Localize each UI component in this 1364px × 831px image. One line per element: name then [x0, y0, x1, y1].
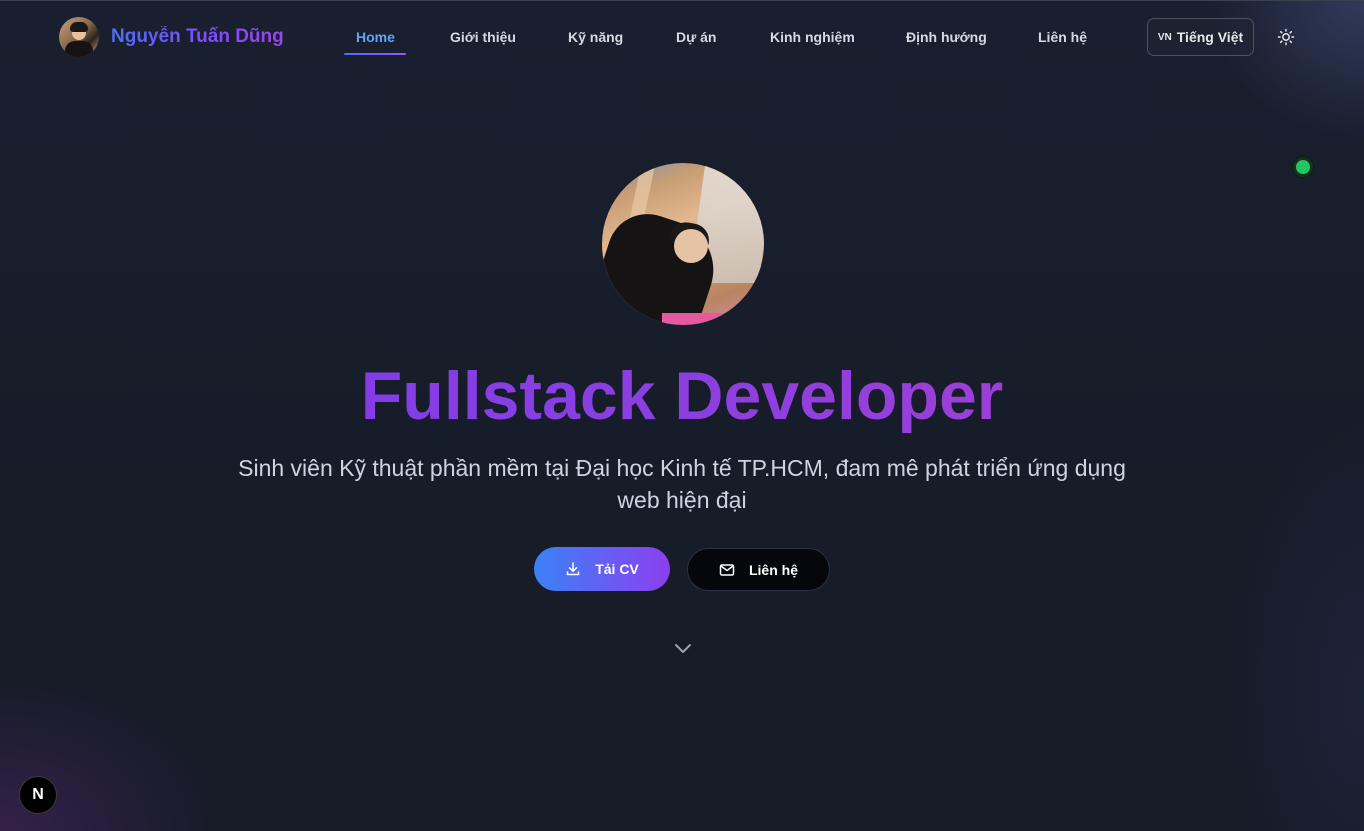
scroll-down-button[interactable]: [673, 641, 693, 657]
brand[interactable]: Nguyễn Tuấn Dũng: [59, 17, 284, 57]
dev-badge-letter: N: [32, 786, 44, 803]
vn-flag-icon: VN: [1157, 31, 1172, 43]
hero-title: Fullstack Developer: [0, 355, 1364, 437]
hero-subtitle: Sinh viên Kỹ thuật phần mềm tại Đại học …: [238, 455, 1126, 513]
brand-name[interactable]: Nguyễn Tuấn Dũng: [111, 26, 284, 48]
sun-icon: [1277, 28, 1295, 46]
language-label: Tiếng Việt: [1176, 29, 1244, 45]
mail-icon: [719, 563, 735, 576]
site-header: Nguyễn Tuấn Dũng Home Giới thiệu Kỹ năng…: [0, 0, 1364, 74]
contact-button[interactable]: Liên hệ: [687, 548, 830, 591]
download-cv-button[interactable]: Tải CV: [534, 547, 670, 591]
download-icon: [566, 562, 580, 576]
nav-item-dinh-huong[interactable]: Định hướng: [906, 29, 987, 45]
nav-item-lien-he[interactable]: Liên hệ: [1038, 29, 1087, 45]
brand-avatar: [59, 17, 99, 57]
nav-item-ky-nang[interactable]: Kỹ năng: [568, 29, 623, 45]
theme-toggle-button[interactable]: [1276, 27, 1296, 47]
online-status-dot: [1293, 157, 1313, 177]
hero-avatar: [602, 163, 764, 325]
nav-item-gioi-thieu[interactable]: Giới thiệu: [450, 29, 516, 45]
chevron-down-icon: [675, 644, 691, 653]
nav-active-indicator: [344, 53, 406, 55]
contact-label: Liên hệ: [748, 561, 798, 578]
language-switcher[interactable]: VN Tiếng Việt: [1147, 18, 1254, 56]
nav-item-kinh-nghiem[interactable]: Kinh nghiệm: [770, 29, 855, 45]
nav-item-du-an[interactable]: Dự án: [676, 29, 716, 45]
dev-tools-badge[interactable]: N: [19, 776, 57, 814]
download-cv-label: Tải CV: [595, 561, 639, 577]
nav-item-home[interactable]: Home: [356, 29, 395, 45]
